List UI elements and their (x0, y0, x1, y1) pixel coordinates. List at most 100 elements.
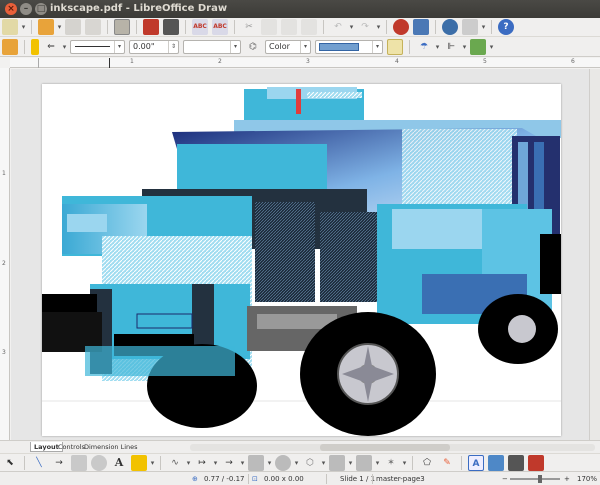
edit-file-icon[interactable] (114, 19, 130, 35)
chart-icon[interactable] (393, 19, 409, 35)
rotate-dropdown-icon[interactable]: ▾ (434, 39, 441, 55)
minimize-window-button[interactable]: – (20, 3, 32, 15)
horizontal-scroll-thumb[interactable] (320, 444, 450, 451)
zoom-slider-thumb[interactable] (538, 475, 542, 483)
close-window-button[interactable]: × (5, 3, 17, 15)
shadow-icon[interactable] (387, 38, 403, 55)
hyperlink-icon[interactable] (413, 19, 429, 35)
extrusion-icon[interactable] (508, 454, 524, 471)
text-tool-icon[interactable]: A (111, 455, 127, 471)
line-and-filling-toolbar: ⇐ ▾ ▾ 0.00" ⇕ ▾ ⌬ Color ▾ ▾ ☂ ▾ ⊩ ▾ ▾ (0, 37, 600, 57)
toggle-extrusion-icon[interactable] (528, 454, 544, 471)
tab-dimension-lines[interactable]: Dimension Lines (81, 442, 141, 452)
circles-icon[interactable] (275, 454, 291, 471)
spellcheck-icon[interactable]: ABC (192, 19, 208, 35)
line-icon[interactable] (31, 38, 39, 55)
basic-shapes-icon[interactable] (329, 454, 345, 471)
save-icon[interactable] (65, 19, 81, 35)
fontwork-dropdown-icon[interactable]: ▾ (149, 455, 156, 471)
rectangles-dropdown-icon[interactable]: ▾ (266, 455, 273, 471)
basic-shapes-dropdown-icon[interactable]: ▾ (347, 455, 354, 471)
3d-dropdown-icon[interactable]: ▾ (320, 455, 327, 471)
zoom-dropdown-icon[interactable]: ▾ (480, 19, 487, 35)
styles-icon[interactable] (2, 38, 18, 55)
select-icon[interactable]: ⬉ (2, 455, 18, 471)
undo-dropdown-icon[interactable]: ▾ (348, 19, 355, 35)
insert-textbox-icon[interactable]: A (468, 454, 484, 471)
align-dropdown-icon[interactable]: ▾ (461, 39, 468, 55)
maximize-window-button[interactable]: □ (35, 3, 47, 15)
master-page: master-page3 (376, 475, 425, 483)
fontwork-icon[interactable] (131, 454, 147, 471)
arrow-style-icon[interactable]: ⇐ (43, 39, 59, 55)
vertical-scrollbar[interactable] (589, 69, 600, 440)
area-bucket-icon[interactable]: ⌬ (245, 39, 261, 55)
export-pdf-icon[interactable] (143, 19, 159, 35)
line-style-select[interactable]: ▾ (70, 39, 125, 54)
arrange-dropdown-icon[interactable]: ▾ (488, 39, 495, 55)
lines-arrows-icon[interactable]: → (221, 455, 237, 471)
undo-icon[interactable]: ↶ (330, 19, 346, 35)
rectangle-icon[interactable] (71, 454, 87, 471)
align-icon[interactable]: ⊩ (443, 39, 459, 55)
ellipse-icon[interactable] (91, 454, 107, 471)
area-style-select[interactable]: Color ▾ (265, 39, 311, 54)
redo-dropdown-icon[interactable]: ▾ (375, 19, 382, 35)
horizontal-ruler[interactable]: 1 2 3 4 5 6 (10, 58, 600, 68)
ruler-mark-5: 5 (483, 58, 487, 65)
lines-arrows-dropdown-icon[interactable]: ▾ (239, 455, 246, 471)
connector-dropdown-icon[interactable]: ▾ (212, 455, 219, 471)
line-arrow-icon[interactable]: → (51, 455, 67, 471)
arrange-icon[interactable] (470, 38, 486, 55)
position-icon: ⊕ (192, 475, 198, 483)
arrow-style-dropdown-icon[interactable]: ▾ (61, 39, 68, 55)
line-width-field[interactable]: 0.00" ⇕ (129, 39, 179, 54)
zoom-in-icon[interactable]: + (564, 475, 570, 483)
open-folder-icon[interactable] (38, 19, 54, 35)
stars-dropdown-icon[interactable]: ▾ (401, 455, 408, 471)
connector-icon[interactable]: ↦ (194, 455, 210, 471)
vertical-ruler[interactable]: 1 2 3 (0, 68, 10, 440)
cut-icon[interactable]: ✂ (241, 19, 257, 35)
email-icon[interactable] (85, 19, 101, 35)
copy-icon[interactable] (261, 19, 277, 35)
ruler-mark-1: 1 (130, 58, 134, 65)
separator (386, 20, 387, 34)
ruler-vmark-2: 2 (2, 260, 6, 267)
paste-icon[interactable] (281, 19, 297, 35)
separator (409, 39, 410, 54)
zoom-level[interactable]: 170% (577, 475, 597, 483)
print-icon[interactable] (163, 19, 179, 35)
curve-icon[interactable]: ∿ (167, 455, 183, 471)
points-icon[interactable]: ⬠ (419, 455, 435, 471)
fill-color-select[interactable]: ▾ (315, 39, 383, 54)
help-icon[interactable]: ? (498, 19, 514, 35)
open-dropdown-icon[interactable]: ▾ (56, 19, 63, 35)
curve-dropdown-icon[interactable]: ▾ (185, 455, 192, 471)
circles-dropdown-icon[interactable]: ▾ (293, 455, 300, 471)
redo-icon[interactable]: ↷ (357, 19, 373, 35)
zoom-out-icon[interactable]: − (502, 475, 508, 483)
truck-drawing[interactable] (42, 84, 561, 436)
clone-formatting-icon[interactable] (301, 19, 317, 35)
callouts-dropdown-icon[interactable]: ▾ (374, 455, 381, 471)
glue-points-icon[interactable]: ✎ (439, 455, 455, 471)
rotate-icon[interactable]: ☂ (416, 39, 432, 55)
horizontal-scrollbar[interactable] (190, 444, 595, 451)
navigator-icon[interactable] (442, 19, 458, 35)
callouts-icon[interactable] (356, 454, 372, 471)
drawing-workspace[interactable] (11, 69, 589, 440)
zoom-slider-track[interactable] (510, 478, 560, 480)
line-tool-icon[interactable]: ╲ (31, 455, 47, 471)
slide-page[interactable] (42, 84, 561, 436)
stars-icon[interactable]: ✶ (383, 455, 399, 471)
insert-image-icon[interactable] (488, 454, 504, 471)
zoom-icon[interactable] (462, 19, 478, 35)
rectangles-icon[interactable] (248, 454, 264, 471)
new-document-icon[interactable] (2, 19, 18, 35)
window-title: inkscape.pdf - LibreOffice Draw (50, 3, 228, 14)
line-color-select[interactable]: ▾ (183, 39, 241, 54)
3d-objects-icon[interactable]: ⬡ (302, 455, 318, 471)
autospellcheck-icon[interactable]: ABC (212, 19, 228, 35)
new-dropdown-icon[interactable]: ▾ (20, 19, 27, 35)
